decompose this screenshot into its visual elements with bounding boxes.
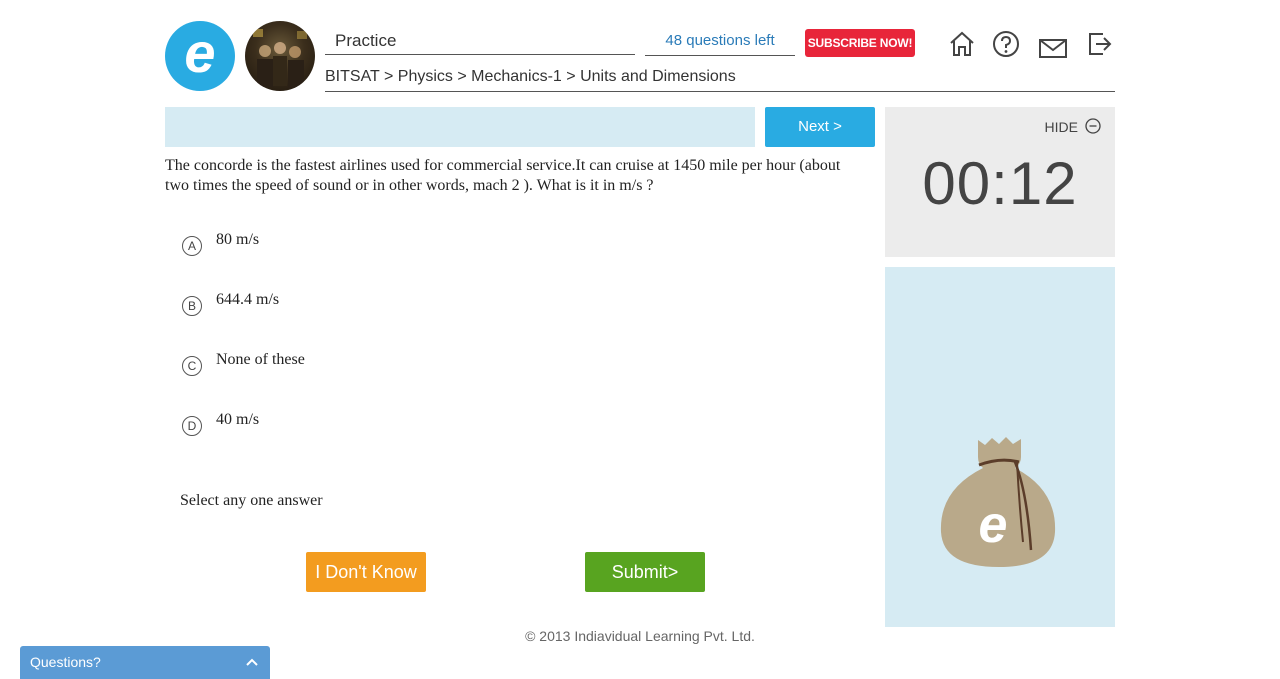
home-icon[interactable] xyxy=(948,30,976,58)
option-b[interactable]: B 644.4 m/s xyxy=(182,290,280,316)
answer-hint: Select any one answer xyxy=(180,492,323,509)
next-button[interactable]: Next > xyxy=(765,107,875,147)
question-text: The concorde is the fastest airlines use… xyxy=(165,157,841,194)
option-d-text: 40 m/s xyxy=(216,411,260,428)
subscribe-button[interactable]: SUBSCRIBE NOW! xyxy=(805,29,915,57)
footer-copyright: © 2013 Indiavidual Learning Pvt. Ltd. xyxy=(525,628,755,644)
help-icon[interactable] xyxy=(992,30,1020,58)
logout-icon[interactable] xyxy=(1087,30,1115,58)
option-c[interactable]: C None of these xyxy=(182,350,305,376)
option-c-radio[interactable]: C xyxy=(182,356,202,376)
option-b-radio[interactable]: B xyxy=(182,296,202,316)
chevron-up-icon[interactable] xyxy=(244,654,260,670)
questions-left-counter: 48 questions left xyxy=(645,29,795,56)
mail-icon[interactable] xyxy=(1039,34,1067,62)
option-b-text: 644.4 m/s xyxy=(216,291,280,308)
question-progress-bar xyxy=(165,107,755,147)
option-d-radio[interactable]: D xyxy=(182,416,202,436)
brand-logo-letter: e xyxy=(184,21,216,84)
option-c-text: None of these xyxy=(216,351,305,368)
timer-panel: HIDE 00:12 xyxy=(885,107,1115,257)
questions-widget[interactable]: Questions? xyxy=(20,646,270,679)
minus-circle-icon[interactable] xyxy=(1085,118,1101,134)
reward-panel: e xyxy=(885,267,1115,627)
brand-logo[interactable]: e xyxy=(165,21,235,91)
option-a-radio[interactable]: A xyxy=(182,236,202,256)
money-bag-icon: e xyxy=(940,437,1056,567)
dont-know-button[interactable]: I Don't Know xyxy=(306,552,426,592)
option-a-text: 80 m/s xyxy=(216,231,260,248)
submit-button[interactable]: Submit> xyxy=(585,552,705,592)
bag-logo-letter: e xyxy=(979,496,1008,554)
user-avatar[interactable] xyxy=(245,21,315,91)
option-d[interactable]: D 40 m/s xyxy=(182,410,260,436)
hide-timer-label[interactable]: HIDE xyxy=(1045,119,1078,135)
breadcrumb: BITSAT > Physics > Mechanics-1 > Units a… xyxy=(325,66,1115,92)
mode-title: Practice xyxy=(325,29,635,55)
timer-value: 00:12 xyxy=(922,150,1078,217)
questions-widget-label: Questions? xyxy=(30,654,101,670)
avatar-photo xyxy=(253,29,307,88)
option-a[interactable]: A 80 m/s xyxy=(182,230,260,256)
